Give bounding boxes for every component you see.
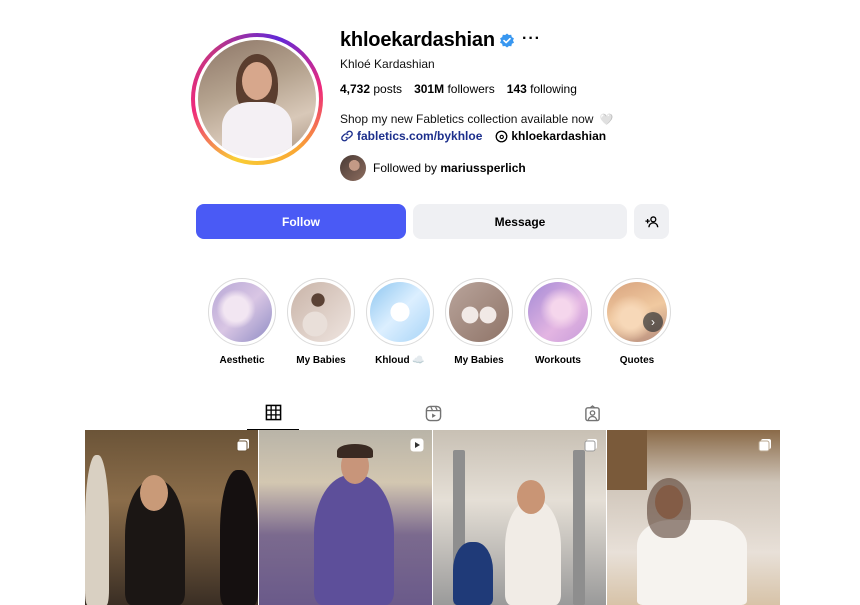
carousel-icon <box>236 439 249 452</box>
highlight-label: Quotes <box>619 355 655 366</box>
more-options-icon[interactable]: ··· <box>522 30 541 48</box>
verified-badge-icon <box>500 33 514 48</box>
highlight-item[interactable]: Workouts <box>524 278 592 366</box>
highlight-item[interactable]: My Babies <box>287 278 355 366</box>
tab-posts[interactable] <box>247 396 299 430</box>
highlight-cover <box>528 282 588 342</box>
suggested-users-button[interactable] <box>634 204 669 239</box>
white-heart-icon: 🤍 <box>599 114 614 126</box>
follower-avatar <box>340 155 366 181</box>
post-thumbnail[interactable] <box>85 430 258 605</box>
highlight-item[interactable]: Khloud ☁️ <box>366 278 434 366</box>
highlight-label: Aesthetic <box>219 355 265 366</box>
highlight-cover <box>291 282 351 342</box>
highlight-item[interactable]: Aesthetic <box>208 278 276 366</box>
highlight-label: My Babies <box>454 355 504 366</box>
highlight-label: Khloud ☁️ <box>375 355 425 366</box>
profile-avatar[interactable] <box>191 33 323 165</box>
post-thumbnail[interactable] <box>433 430 606 605</box>
followed-by-user: mariussperlich <box>440 161 526 175</box>
highlight-cover <box>607 282 667 342</box>
carousel-icon <box>584 439 597 452</box>
reels-icon <box>425 405 441 421</box>
profile-photo <box>198 40 316 158</box>
posts-stat: 4,732 posts <box>340 82 403 96</box>
profile-links: fabletics.com/bykhloe khloekardashian <box>340 129 606 143</box>
highlight-cover <box>370 282 430 342</box>
highlight-cover <box>212 282 272 342</box>
message-button[interactable]: Message <box>413 204 627 239</box>
tagged-icon <box>584 404 600 421</box>
add-user-icon <box>644 215 658 227</box>
followed-by[interactable]: Followed by mariussperlich <box>340 155 526 181</box>
profile-stats: 4,732 posts 301M followers 143 following <box>340 82 577 96</box>
reel-icon <box>410 438 424 452</box>
website-link[interactable]: fabletics.com/bykhloe <box>357 129 482 143</box>
grid-icon <box>265 404 281 421</box>
username: khloekardashian <box>340 29 495 51</box>
followers-stat[interactable]: 301M followers <box>414 82 495 96</box>
bio-text: Shop my new Fabletics collection availab… <box>340 112 594 126</box>
full-name: Khloé Kardashian <box>340 57 435 71</box>
followed-by-prefix: Followed by <box>373 161 438 175</box>
highlight-label: Workouts <box>535 355 581 366</box>
post-thumbnail[interactable] <box>607 430 780 605</box>
tab-reels[interactable] <box>407 396 459 430</box>
profile-tabs <box>85 396 780 430</box>
following-stat[interactable]: 143 following <box>507 82 577 96</box>
highlight-item[interactable]: My Babies <box>445 278 513 366</box>
chevron-right-icon[interactable]: › <box>643 312 663 332</box>
link-icon <box>341 130 353 142</box>
tab-tagged[interactable] <box>566 396 618 430</box>
threads-icon <box>495 130 508 142</box>
threads-link[interactable]: khloekardashian <box>511 129 606 143</box>
post-grid <box>85 430 780 605</box>
carousel-icon <box>758 439 771 452</box>
highlight-label: My Babies <box>296 355 346 366</box>
follow-button[interactable]: Follow <box>196 204 406 239</box>
highlight-cover <box>449 282 509 342</box>
post-thumbnail[interactable] <box>259 430 432 605</box>
bio: Shop my new Fabletics collection availab… <box>340 112 614 126</box>
